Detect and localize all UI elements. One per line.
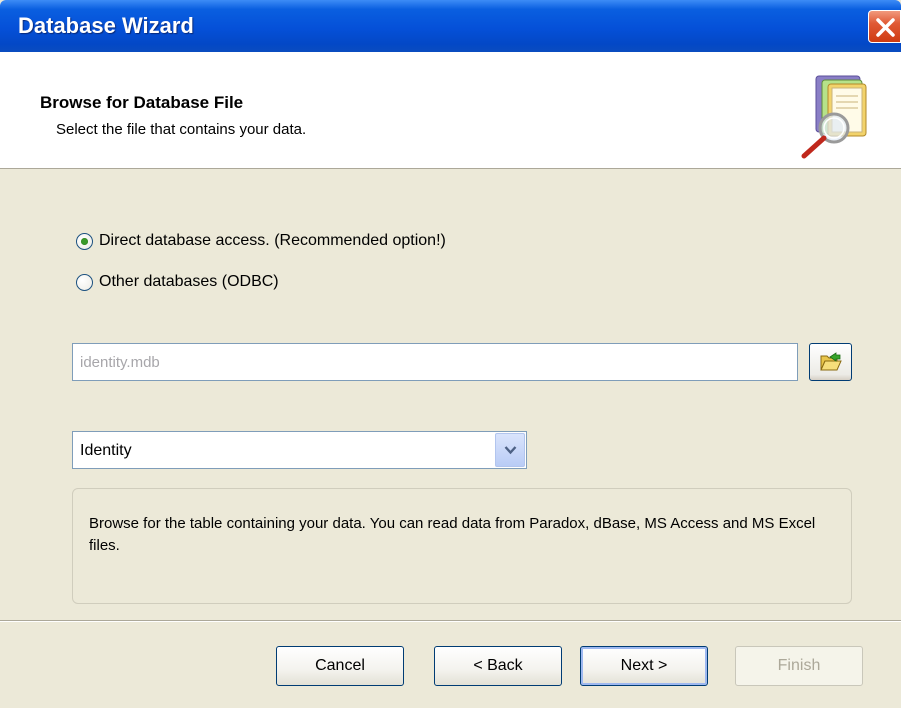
page-subtitle: Select the file that contains your data.: [56, 121, 307, 138]
close-icon: [876, 18, 895, 37]
window-title: Database Wizard: [18, 13, 194, 38]
database-file-field[interactable]: identity.mdb: [72, 343, 798, 381]
odbc-radio[interactable]: [76, 273, 93, 291]
next-button[interactable]: Next >: [580, 646, 708, 686]
title-bar[interactable]: Database Wizard: [0, 0, 901, 52]
table-select-value: Identity: [80, 442, 132, 459]
browse-button[interactable]: [809, 343, 852, 381]
page-title: Browse for Database File: [40, 93, 244, 112]
direct-access-option[interactable]: Direct database access. (Recommended opt…: [76, 232, 446, 250]
back-button[interactable]: < Back: [434, 646, 562, 686]
database-search-icon: [801, 75, 867, 159]
odbc-label: Other databases (ODBC): [99, 273, 279, 290]
cancel-button[interactable]: Cancel: [276, 646, 404, 686]
dropdown-button[interactable]: [495, 433, 525, 467]
table-select[interactable]: Identity: [72, 431, 527, 469]
open-folder-icon: [820, 352, 842, 371]
info-panel: Browse for the table containing your dat…: [72, 488, 852, 604]
odbc-option[interactable]: Other databases (ODBC): [76, 273, 279, 291]
chevron-down-icon: [504, 446, 517, 455]
finish-button: Finish: [735, 646, 863, 686]
close-button[interactable]: [868, 10, 901, 43]
direct-access-label: Direct database access. (Recommended opt…: [99, 232, 446, 249]
direct-access-radio[interactable]: [76, 232, 93, 250]
info-text: Browse for the table containing your dat…: [89, 515, 816, 554]
window-bottom-edge: [0, 703, 901, 708]
footer-divider: [0, 620, 901, 622]
